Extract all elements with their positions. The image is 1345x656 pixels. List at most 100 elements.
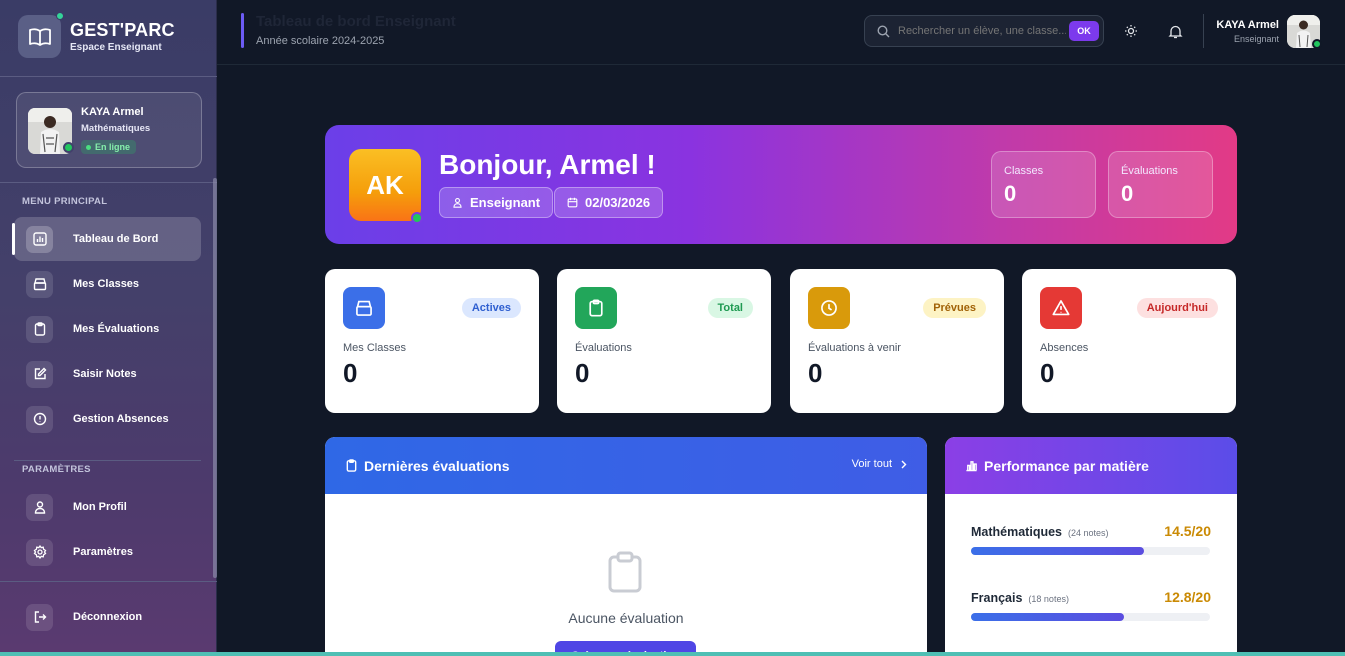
sidebar-item-notes[interactable]: Saisir Notes xyxy=(14,352,201,396)
sun-icon[interactable] xyxy=(1120,20,1142,42)
page-title: Tableau de bord Enseignant xyxy=(256,13,456,30)
progress-fill xyxy=(971,613,1124,621)
topbar-user-name[interactable]: KAYA Armel xyxy=(1216,19,1279,31)
search-input[interactable] xyxy=(898,25,1066,37)
sidebar-item-classes[interactable]: Mes Classes xyxy=(14,262,201,306)
logout-button[interactable]: Déconnexion xyxy=(14,595,201,639)
calendar-icon xyxy=(567,197,578,208)
chevron-right-icon xyxy=(901,460,907,469)
search-button[interactable]: OK xyxy=(1069,21,1099,41)
search-icon xyxy=(877,24,890,38)
edit-icon xyxy=(26,360,53,388)
bar-chart-icon xyxy=(26,225,53,253)
card-badge: Total xyxy=(707,298,753,318)
panel-header: Dernières évaluations Voir tout xyxy=(325,437,927,494)
logout-icon xyxy=(26,603,53,631)
card-badge: Actives xyxy=(461,298,521,318)
stat-card-evaluations[interactable]: Total Évaluations 0 xyxy=(557,269,771,413)
panel-header: Performance par matière xyxy=(945,437,1237,494)
hero-stat-classes: Classes 0 xyxy=(991,151,1096,218)
subject-count: (18 notes) xyxy=(1028,594,1069,604)
date-chip-label: 02/03/2026 xyxy=(585,195,651,210)
progress-fill xyxy=(971,547,1145,555)
topbar-divider xyxy=(1203,14,1204,48)
stat-card-upcoming[interactable]: Prévues Évaluations à venir 0 xyxy=(790,269,1004,413)
hero-stat-value: 0 xyxy=(1121,181,1134,206)
card-label: Évaluations xyxy=(575,342,632,354)
warning-icon xyxy=(1040,287,1082,329)
card-label: Mes Classes xyxy=(343,342,406,354)
bell-icon[interactable] xyxy=(1164,20,1186,42)
page-subtitle: Année scolaire 2024-2025 xyxy=(256,35,385,47)
performance-panel: Performance par matière Mathématiques (2… xyxy=(945,437,1237,652)
card-value: 0 xyxy=(343,358,358,388)
card-value: 0 xyxy=(575,358,590,388)
sidebar-item-dashboard[interactable]: Tableau de Bord xyxy=(12,217,201,261)
stack-icon xyxy=(343,287,385,329)
card-label: Absences xyxy=(1040,342,1089,354)
card-value: 0 xyxy=(1040,358,1055,388)
user-subject: Mathématiques xyxy=(81,123,151,134)
card-badge: Aujourd'hui xyxy=(1136,298,1218,318)
card-badge: Prévues xyxy=(923,298,986,318)
view-all-label: Voir tout xyxy=(851,458,892,470)
sidebar-item-label: Paramètres xyxy=(73,546,133,558)
sidebar-item-label: Mes Classes xyxy=(73,278,140,290)
sidebar-item-evaluations[interactable]: Mes Évaluations xyxy=(14,307,201,351)
subject-score: 12.8/20 xyxy=(1164,589,1211,605)
stat-card-absences[interactable]: Aujourd'hui Absences 0 xyxy=(1022,269,1236,413)
subject-performance: Français (18 notes) 12.8/20 xyxy=(971,589,1211,621)
sidebar: GEST'PARC Espace Enseignant KAYA Armel M… xyxy=(0,0,217,652)
clipboard-icon xyxy=(575,287,617,329)
subject-count: (24 notes) xyxy=(1068,528,1109,538)
hero-stat-label: Évaluations xyxy=(1121,165,1178,177)
panel-title: Performance par matière xyxy=(984,457,1149,474)
card-label: Évaluations à venir xyxy=(808,342,901,354)
online-indicator xyxy=(63,142,74,153)
brand-subtitle: Espace Enseignant xyxy=(70,42,162,53)
status-badge: En ligne xyxy=(81,140,137,154)
book-icon xyxy=(18,12,64,58)
sidebar-item-settings[interactable]: Paramètres xyxy=(14,530,201,574)
sidebar-item-label: Mes Évaluations xyxy=(73,323,160,335)
create-evaluation-button[interactable]: Créer une évaluation xyxy=(555,641,696,652)
clipboard-icon xyxy=(26,315,53,343)
subject-score: 14.5/20 xyxy=(1164,523,1211,539)
progress-track xyxy=(971,547,1210,555)
initials-avatar: AK xyxy=(349,149,421,221)
sidebar-item-profile[interactable]: Mon Profil xyxy=(14,485,201,529)
empty-state-text: Aucune évaluation xyxy=(568,610,684,626)
search-bar: OK xyxy=(864,15,1104,47)
panel-title: Dernières évaluations xyxy=(364,457,510,474)
sidebar-scrollbar[interactable] xyxy=(213,178,217,578)
section-label-settings: PARAMÈTRES xyxy=(22,464,91,475)
view-all-link[interactable]: Voir tout xyxy=(852,458,907,470)
recent-evaluations-panel: Dernières évaluations Voir tout Aucune é… xyxy=(325,437,927,652)
title-accent xyxy=(241,13,244,48)
alert-circle-icon xyxy=(26,405,53,433)
sidebar-divider xyxy=(0,581,217,582)
progress-track xyxy=(971,613,1210,621)
sidebar-divider xyxy=(0,76,217,77)
hero-stat-evaluations: Évaluations 0 xyxy=(1108,151,1213,218)
role-chip-label: Enseignant xyxy=(470,195,541,210)
user-icon xyxy=(26,493,53,521)
stack-icon xyxy=(26,270,53,298)
gear-icon xyxy=(26,538,53,566)
sidebar-item-label: Tableau de Bord xyxy=(73,233,159,245)
sidebar-item-absences[interactable]: Gestion Absences xyxy=(14,397,201,441)
clipboard-icon xyxy=(607,551,643,598)
user-card[interactable]: KAYA Armel Mathématiques En ligne xyxy=(16,92,202,168)
welcome-banner: AK Bonjour, Armel ! Enseignant 02/03/202… xyxy=(325,125,1237,244)
greeting: Bonjour, Armel ! xyxy=(439,149,656,180)
stat-card-classes[interactable]: Actives Mes Classes 0 xyxy=(325,269,539,413)
brand-title: GEST'PARC xyxy=(70,20,175,40)
sidebar-divider xyxy=(14,460,201,461)
card-value: 0 xyxy=(808,358,823,388)
brand-status-dot xyxy=(56,12,64,20)
subject-performance: Mathématiques (24 notes) 14.5/20 xyxy=(971,523,1211,555)
sidebar-divider xyxy=(0,182,217,183)
brand[interactable]: GEST'PARC Espace Enseignant xyxy=(18,12,175,58)
user-name: KAYA Armel xyxy=(81,106,144,118)
subject-name: Mathématiques xyxy=(971,525,1062,539)
